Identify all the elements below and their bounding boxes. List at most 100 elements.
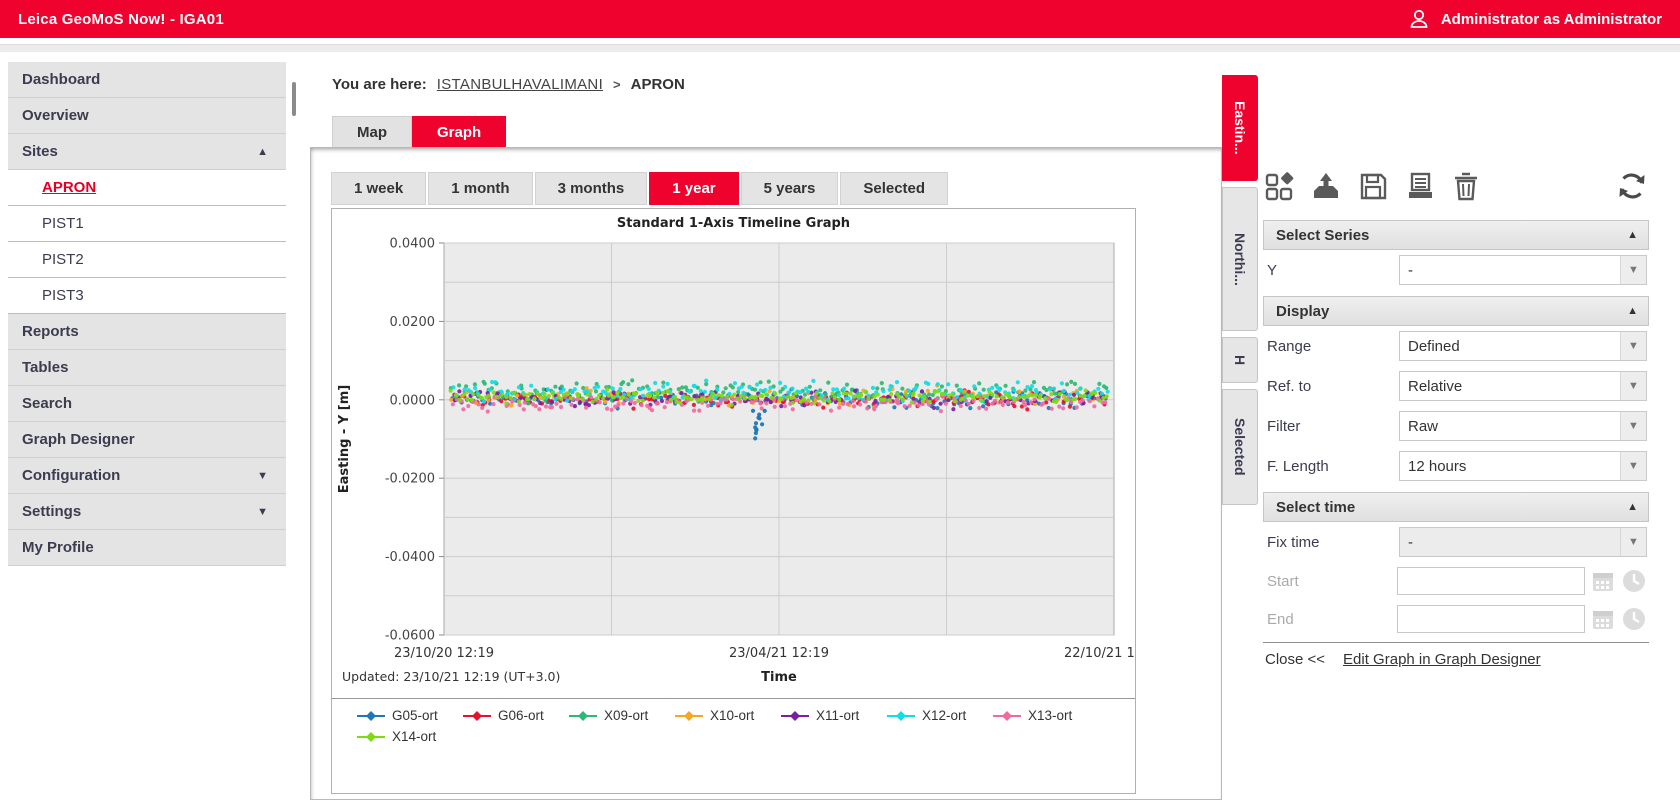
breadcrumb: You are here: ISTANBULHAVALIMANI > APRON xyxy=(332,76,685,93)
sidebar-item-label: APRON xyxy=(42,179,96,196)
chevron-down-icon[interactable]: ▼ xyxy=(1620,256,1646,284)
legend-label: X09-ort xyxy=(604,708,648,723)
legend-label: X14-ort xyxy=(392,729,436,744)
row-range: Range Defined ▼ xyxy=(1263,326,1649,366)
series-tab-easting[interactable]: Eastin... xyxy=(1222,75,1258,181)
svg-text:23/04/21 12:19: 23/04/21 12:19 xyxy=(729,646,829,661)
f-length-select[interactable]: 12 hours ▼ xyxy=(1399,451,1647,481)
range-1-month[interactable]: 1 month xyxy=(428,172,532,205)
select-value: Raw xyxy=(1400,418,1438,435)
series-marker-icon xyxy=(356,710,386,722)
y-series-select[interactable]: - ▼ xyxy=(1399,255,1647,285)
section-select-time[interactable]: Select time ▲ xyxy=(1263,492,1649,522)
timeline-chart: Standard 1-Axis Timeline Graph -0.0600-0… xyxy=(331,208,1136,794)
range-label: Range xyxy=(1267,338,1311,355)
series-tab-h[interactable]: H xyxy=(1222,337,1258,383)
chevron-down-icon[interactable]: ▼ xyxy=(1620,332,1646,360)
legend-item[interactable]: X12-ort xyxy=(886,708,992,723)
range-select[interactable]: Defined ▼ xyxy=(1399,331,1647,361)
sidebar-item-overview[interactable]: Overview xyxy=(8,98,286,134)
section-select-series[interactable]: Select Series ▲ xyxy=(1263,220,1649,250)
range-selected[interactable]: Selected xyxy=(840,172,948,205)
collapse-up-icon: ▲ xyxy=(1627,501,1638,513)
chevron-down-icon[interactable]: ▼ xyxy=(1620,452,1646,480)
series-tab-selected[interactable]: Selected xyxy=(1222,389,1258,505)
range-1-week[interactable]: 1 week xyxy=(331,172,426,205)
export-icon[interactable] xyxy=(1310,170,1342,202)
end-label: End xyxy=(1267,611,1294,628)
row-filter: Filter Raw ▼ xyxy=(1263,406,1649,446)
sidebar-scrollbar[interactable] xyxy=(292,82,296,116)
clock-icon[interactable] xyxy=(1621,568,1647,594)
sidebar-item-search[interactable]: Search xyxy=(8,386,286,422)
sidebar-item-apron[interactable]: APRON xyxy=(8,170,286,206)
legend-item[interactable]: X13-ort xyxy=(992,708,1098,723)
sidebar-item-tables[interactable]: Tables xyxy=(8,350,286,386)
filter-select[interactable]: Raw ▼ xyxy=(1399,411,1647,441)
close-panel-button[interactable]: Close << xyxy=(1265,651,1325,668)
section-title: Select time xyxy=(1276,499,1355,516)
calendar-icon[interactable] xyxy=(1590,606,1616,632)
legend-item[interactable]: G06-ort xyxy=(462,708,568,723)
range-3-months[interactable]: 3 months xyxy=(535,172,648,205)
section-display[interactable]: Display ▲ xyxy=(1263,296,1649,326)
series-marker-icon xyxy=(462,710,492,722)
ref-to-select[interactable]: Relative ▼ xyxy=(1399,371,1647,401)
series-tab-northing[interactable]: Northi... xyxy=(1222,187,1258,331)
sidebar-item-my-profile[interactable]: My Profile xyxy=(8,530,286,566)
row-f-length: F. Length 12 hours ▼ xyxy=(1263,446,1649,486)
end-time-input[interactable] xyxy=(1397,605,1585,633)
tab-graph[interactable]: Graph xyxy=(412,116,506,147)
start-time-input[interactable] xyxy=(1397,567,1585,595)
user-menu[interactable]: Administrator as Administrator xyxy=(1407,7,1662,31)
sidebar-item-pist3[interactable]: PIST3 xyxy=(8,278,286,314)
legend-item[interactable]: X09-ort xyxy=(568,708,674,723)
series-marker-icon xyxy=(886,710,916,722)
sidebar-item-label: Reports xyxy=(22,323,79,340)
fix-time-select[interactable]: - ▼ xyxy=(1399,527,1647,557)
chart-plot-area[interactable]: -0.0600-0.0400-0.02000.00000.02000.0400E… xyxy=(332,235,1135,696)
save-icon[interactable] xyxy=(1357,170,1389,202)
sidebar-item-dashboard[interactable]: Dashboard xyxy=(8,62,286,98)
refresh-icon[interactable] xyxy=(1615,169,1649,203)
collapse-up-icon: ▲ xyxy=(1627,229,1638,241)
sidebar-item-pist2[interactable]: PIST2 xyxy=(8,242,286,278)
dashboard-grid-icon[interactable] xyxy=(1263,170,1295,202)
legend-item[interactable]: X11-ort xyxy=(780,708,886,723)
legend-item[interactable]: X10-ort xyxy=(674,708,780,723)
sidebar-item-configuration[interactable]: Configuration▼ xyxy=(8,458,286,494)
legend-item[interactable]: X14-ort xyxy=(356,729,462,744)
row-fix-time: Fix time - ▼ xyxy=(1263,522,1649,562)
sidebar-item-label: My Profile xyxy=(22,539,94,556)
sidebar-item-reports[interactable]: Reports xyxy=(8,314,286,350)
clock-icon[interactable] xyxy=(1621,606,1647,632)
chevron-down-icon[interactable]: ▼ xyxy=(1620,412,1646,440)
series-marker-icon xyxy=(568,710,598,722)
view-tabs: Map Graph xyxy=(332,116,506,147)
edit-graph-link[interactable]: Edit Graph in Graph Designer xyxy=(1343,651,1541,668)
page-divider xyxy=(0,44,1680,52)
sidebar-item-settings[interactable]: Settings▼ xyxy=(8,494,286,530)
sidebar-item-sites[interactable]: Sites▲ xyxy=(8,134,286,170)
breadcrumb-site-link[interactable]: ISTANBULHAVALIMANI xyxy=(437,76,603,93)
graph-toolbar xyxy=(1263,166,1649,206)
range-5-years[interactable]: 5 years xyxy=(741,172,839,205)
row-ref-to: Ref. to Relative ▼ xyxy=(1263,366,1649,406)
legend-label: X13-ort xyxy=(1028,708,1072,723)
legend-label: G06-ort xyxy=(498,708,544,723)
breadcrumb-prefix: You are here: xyxy=(332,76,427,93)
y-series-label: Y xyxy=(1267,262,1277,279)
chevron-down-icon[interactable]: ▼ xyxy=(1620,372,1646,400)
legend-item[interactable]: G05-ort xyxy=(356,708,462,723)
print-icon[interactable] xyxy=(1404,170,1436,202)
delete-icon[interactable] xyxy=(1451,170,1481,202)
chevron-down-icon[interactable]: ▼ xyxy=(1620,528,1646,556)
calendar-icon[interactable] xyxy=(1590,568,1616,594)
range-1-year[interactable]: 1 year xyxy=(649,172,738,205)
chart-title: Standard 1-Axis Timeline Graph xyxy=(332,209,1135,231)
sidebar-item-graph-designer[interactable]: Graph Designer xyxy=(8,422,286,458)
sidebar-item-pist1[interactable]: PIST1 xyxy=(8,206,286,242)
svg-text:0.0200: 0.0200 xyxy=(390,315,436,330)
range-tabs: 1 week 1 month 3 months 1 year 5 years S… xyxy=(331,172,948,205)
tab-map[interactable]: Map xyxy=(332,116,412,147)
